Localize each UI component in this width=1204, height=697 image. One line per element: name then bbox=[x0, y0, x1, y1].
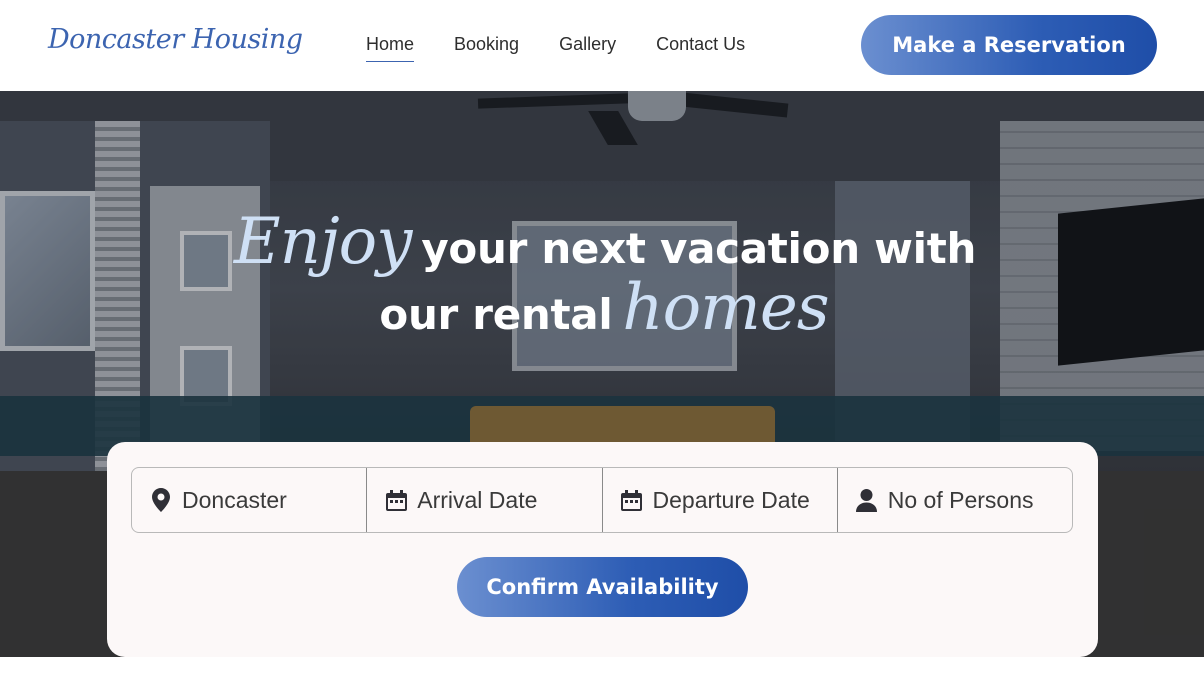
main-nav: Home Booking Gallery Contact Us bbox=[366, 34, 745, 62]
headline-line-1: Enjoy your next vacation with bbox=[6, 205, 1204, 279]
nav-item-contact-us[interactable]: Contact Us bbox=[656, 34, 745, 62]
headline-line-2: our rental homes bbox=[4, 271, 1204, 345]
arrival-date-placeholder: Arrival Date bbox=[417, 486, 538, 513]
site-header: Doncaster Housing Home Booking Gallery C… bbox=[0, 0, 1204, 91]
booking-fields: Doncaster Arrival Date Departure Date No… bbox=[131, 467, 1073, 533]
arrival-date-field[interactable]: Arrival Date bbox=[367, 468, 603, 532]
location-value: Doncaster bbox=[182, 486, 287, 513]
site-logo[interactable]: Doncaster Housing bbox=[48, 24, 303, 55]
headline-script-enjoy: Enjoy bbox=[233, 205, 412, 279]
page-bottom bbox=[0, 657, 1204, 697]
hero-headline: Enjoy your next vacation with our rental… bbox=[0, 205, 1204, 345]
make-reservation-button[interactable]: Make a Reservation bbox=[861, 15, 1157, 75]
calendar-icon bbox=[385, 488, 407, 512]
headline-bold-2: our rental bbox=[379, 290, 613, 339]
persons-placeholder: No of Persons bbox=[887, 486, 1034, 513]
headline-script-homes: homes bbox=[622, 271, 829, 345]
nav-item-gallery[interactable]: Gallery bbox=[559, 34, 616, 62]
headline-bold-1: your next vacation with bbox=[421, 224, 977, 273]
location-field[interactable]: Doncaster bbox=[132, 468, 368, 532]
confirm-availability-button[interactable]: Confirm Availability bbox=[457, 557, 748, 617]
map-pin-icon bbox=[150, 488, 172, 512]
person-icon bbox=[856, 488, 878, 512]
persons-field[interactable]: No of Persons bbox=[838, 468, 1072, 532]
departure-date-field[interactable]: Departure Date bbox=[603, 468, 838, 532]
nav-item-booking[interactable]: Booking bbox=[454, 34, 519, 62]
departure-date-placeholder: Departure Date bbox=[652, 486, 810, 513]
nav-item-home[interactable]: Home bbox=[366, 34, 415, 62]
booking-card: Doncaster Arrival Date Departure Date No… bbox=[107, 442, 1098, 657]
calendar-icon bbox=[621, 488, 643, 512]
